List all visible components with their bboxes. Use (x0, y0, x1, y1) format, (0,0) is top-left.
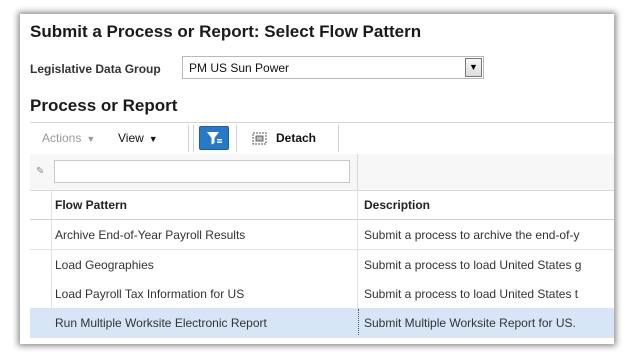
column-divider (357, 154, 358, 190)
row-gutter (30, 279, 52, 308)
section-title: Process or Report (30, 96, 178, 115)
filter-row: ✎ (30, 154, 614, 191)
filter-gutter: ✎ (30, 154, 51, 190)
flow-pattern-table: ✎ Flow Pattern Description Archive End-o… (30, 154, 614, 344)
page-title: Submit a Process or Report: Select Flow … (30, 22, 422, 41)
table-row-selected[interactable]: Run Multiple Worksite Electronic Report … (30, 308, 614, 338)
row-gutter (30, 308, 52, 337)
row-gutter (30, 250, 52, 279)
column-divider (357, 279, 358, 308)
ldg-label: Legislative Data Group (30, 62, 161, 76)
column-header-description[interactable]: Description (364, 198, 430, 212)
toolbar-divider (338, 125, 339, 152)
pencil-icon: ✎ (36, 166, 45, 177)
actions-label: Actions (42, 131, 82, 145)
table-row[interactable]: Load Payroll Tax Information for US Subm… (30, 279, 614, 309)
toolbar-divider (193, 125, 194, 152)
flow-pattern-cell: Archive End-of-Year Payroll Results (55, 228, 246, 242)
toolbar-divider (236, 125, 237, 152)
view-label: View (118, 131, 144, 145)
column-divider (357, 220, 358, 249)
row-gutter (30, 220, 52, 249)
description-cell: Submit Multiple Worksite Report for US. (364, 316, 576, 330)
filter-icon (207, 132, 222, 145)
query-by-example-button[interactable] (199, 126, 229, 150)
row-gutter (30, 191, 52, 219)
view-menu[interactable]: View ▼ (118, 131, 158, 145)
ldg-select-value: PM US Sun Power (189, 61, 290, 75)
detach-button[interactable]: Detach (276, 131, 316, 145)
ldg-select[interactable]: PM US Sun Power ▼ (182, 56, 484, 79)
column-header-flow-pattern[interactable]: Flow Pattern (55, 198, 127, 212)
detach-icon[interactable] (252, 131, 268, 145)
flow-pattern-cell: Load Payroll Tax Information for US (55, 287, 245, 301)
flow-pattern-cell: Load Geographies (55, 258, 154, 272)
view-caret-icon: ▼ (148, 134, 158, 144)
actions-caret-icon: ▼ (86, 134, 96, 144)
toolbar-divider (188, 125, 189, 152)
table-toolbar: Actions ▼ View ▼ Detach (30, 122, 614, 155)
description-cell: Submit a process to load United States t (364, 287, 579, 301)
chevron-down-icon[interactable]: ▼ (465, 58, 482, 77)
flow-pattern-cell: Run Multiple Worksite Electronic Report (55, 316, 267, 330)
column-divider (357, 250, 358, 279)
table-row[interactable]: Archive End-of-Year Payroll Results Subm… (30, 220, 614, 250)
table-row[interactable]: Load Geographies Submit a process to loa… (30, 250, 614, 280)
flow-pattern-filter-input[interactable] (54, 160, 350, 183)
process-frame: Submit a Process or Report: Select Flow … (20, 14, 614, 344)
description-cell: Submit a process to load United States g (364, 258, 582, 272)
description-cell: Submit a process to archive the end-of-y (364, 228, 580, 242)
table-header: Flow Pattern Description (30, 191, 614, 220)
actions-menu[interactable]: Actions ▼ (42, 131, 95, 145)
column-divider (357, 191, 358, 219)
